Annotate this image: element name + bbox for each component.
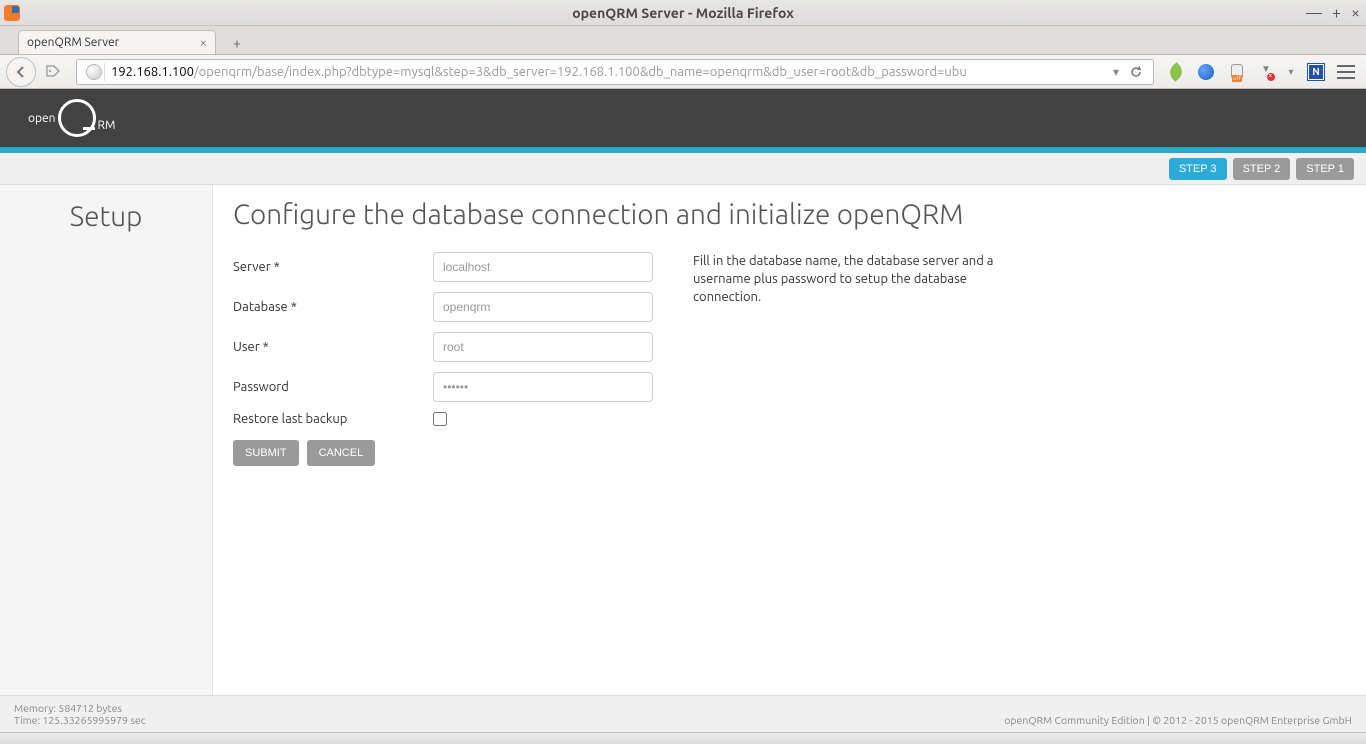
restore-checkbox[interactable]: [433, 412, 447, 426]
hamburger-icon: [1337, 65, 1355, 79]
logo-text-right: RM: [98, 119, 116, 132]
globe-icon: [86, 64, 102, 80]
toolbar-icons: off ▾ N: [1162, 62, 1360, 82]
reload-icon: [1129, 65, 1143, 79]
tab-openqrm[interactable]: openQRM Server ×: [18, 30, 216, 54]
main-area: Setup Configure the database connection …: [0, 185, 1366, 695]
step-3-button[interactable]: STEP 3: [1169, 158, 1227, 180]
footer-memory: Memory: 584712 bytes: [14, 702, 146, 714]
status-bar: [0, 732, 1366, 744]
user-label: User *: [233, 340, 433, 354]
page-body: Configure the database connection and in…: [213, 185, 1366, 695]
identity-icon[interactable]: [83, 63, 105, 81]
footer-time: Time: 125.33265995979 sec: [14, 714, 146, 726]
history-dropdown-button[interactable]: ▾: [1113, 65, 1119, 79]
earth-addon-icon[interactable]: [1196, 62, 1216, 82]
server-label: Server *: [233, 260, 433, 274]
step-2-button[interactable]: STEP 2: [1233, 158, 1291, 180]
database-label: Database *: [233, 300, 433, 314]
footer-copyright: openQRM Community Edition | © 2012 - 201…: [1004, 714, 1352, 726]
window-title: openQRM Server - Mozilla Firefox: [572, 5, 794, 21]
window-close-button[interactable]: ×: [1351, 5, 1360, 21]
download-addon-icon[interactable]: [1256, 62, 1276, 82]
window-controls: — + ×: [1306, 0, 1360, 25]
user-input[interactable]: [433, 332, 653, 362]
openqrm-logo: open RM: [28, 98, 115, 138]
db-form: Server * Database * User * Password: [233, 252, 653, 466]
url-path: /openqrm/base/index.php?dbtype=mysql&ste…: [194, 65, 967, 79]
password-input[interactable]: [433, 372, 653, 402]
step-1-button[interactable]: STEP 1: [1296, 158, 1354, 180]
url-host: 192.168.1.100: [111, 65, 194, 79]
help-text: Fill in the database name, the database …: [693, 252, 1013, 466]
tab-close-icon[interactable]: ×: [200, 36, 207, 50]
page-info-button[interactable]: [38, 59, 68, 85]
logo-text-left: open: [28, 112, 56, 125]
window-minimize-button[interactable]: —: [1306, 5, 1322, 21]
new-tab-button[interactable]: +: [224, 32, 250, 54]
quill-addon-icon[interactable]: [1166, 62, 1186, 82]
cancel-button[interactable]: CANCEL: [307, 440, 376, 466]
firefox-icon: [4, 5, 20, 21]
page-title: Configure the database connection and in…: [233, 199, 1346, 230]
ghostery-addon-icon[interactable]: off: [1226, 62, 1246, 82]
step-bar: STEP 3 STEP 2 STEP 1: [0, 153, 1366, 185]
reload-button[interactable]: [1125, 61, 1147, 83]
footer-stats: Memory: 584712 bytes Time: 125.332659959…: [14, 702, 146, 726]
toolbar-dropdown-icon[interactable]: ▾: [1286, 62, 1296, 82]
tab-strip: openQRM Server × +: [0, 26, 1366, 55]
window-maximize-button[interactable]: +: [1332, 5, 1341, 21]
logo-o-icon: [58, 99, 96, 137]
submit-button[interactable]: SUBMIT: [233, 440, 299, 466]
url-text: 192.168.1.100/openqrm/base/index.php?dbt…: [111, 65, 1107, 79]
back-icon: [14, 65, 28, 79]
address-bar[interactable]: 192.168.1.100/openqrm/base/index.php?dbt…: [76, 59, 1154, 85]
noscript-addon-icon[interactable]: N: [1306, 62, 1326, 82]
server-input[interactable]: [433, 252, 653, 282]
footer: Memory: 584712 bytes Time: 125.332659959…: [0, 695, 1366, 732]
tag-icon: [45, 64, 61, 80]
password-label: Password: [233, 380, 433, 394]
database-input[interactable]: [433, 292, 653, 322]
restore-label: Restore last backup: [233, 412, 433, 426]
sidebar: Setup: [0, 185, 213, 695]
tab-title: openQRM Server: [27, 36, 200, 49]
sidebar-heading: Setup: [0, 201, 212, 232]
back-button[interactable]: [6, 57, 36, 87]
menu-button[interactable]: [1336, 62, 1356, 82]
window-titlebar: openQRM Server - Mozilla Firefox — + ×: [0, 0, 1366, 26]
page-content: open RM STEP 3 STEP 2 STEP 1 Setup Confi…: [0, 89, 1366, 732]
app-header: open RM: [0, 89, 1366, 153]
navigation-toolbar: 192.168.1.100/openqrm/base/index.php?dbt…: [0, 55, 1366, 89]
